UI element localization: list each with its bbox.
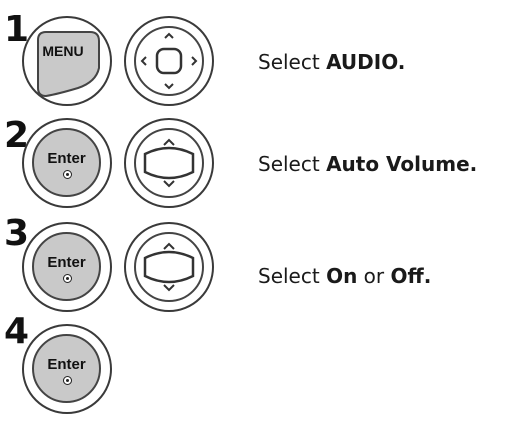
menu-key-shape-icon — [37, 31, 100, 98]
navigation-pad-up-down[interactable] — [124, 118, 214, 208]
enter-dot-icon — [63, 170, 72, 179]
navigation-pad-up-down[interactable] — [124, 222, 214, 312]
enter-button-label: Enter — [47, 356, 86, 373]
step-3-caption: Select On or Off. — [258, 264, 432, 288]
enter-button[interactable]: Enter — [22, 118, 112, 208]
step-number-3: 3 — [4, 213, 30, 254]
enter-dot-icon — [63, 274, 72, 283]
enter-button-label: Enter — [47, 150, 86, 167]
up-down-nav-icon — [134, 128, 204, 198]
enter-dot-icon — [63, 376, 72, 385]
enter-button[interactable]: Enter — [22, 324, 112, 414]
menu-button[interactable]: MENU — [22, 16, 112, 106]
up-down-nav-icon — [134, 232, 204, 302]
navigation-pad-four-way[interactable] — [124, 16, 214, 106]
menu-button-label: MENU — [42, 43, 84, 59]
enter-button-label: Enter — [47, 254, 86, 271]
step-1-caption: Select AUDIO. — [258, 50, 406, 74]
enter-button[interactable]: Enter — [22, 222, 112, 312]
step-number-4: 4 — [4, 311, 30, 352]
four-way-nav-icon — [134, 26, 204, 96]
step-2-caption: Select Auto Volume. — [258, 152, 478, 176]
